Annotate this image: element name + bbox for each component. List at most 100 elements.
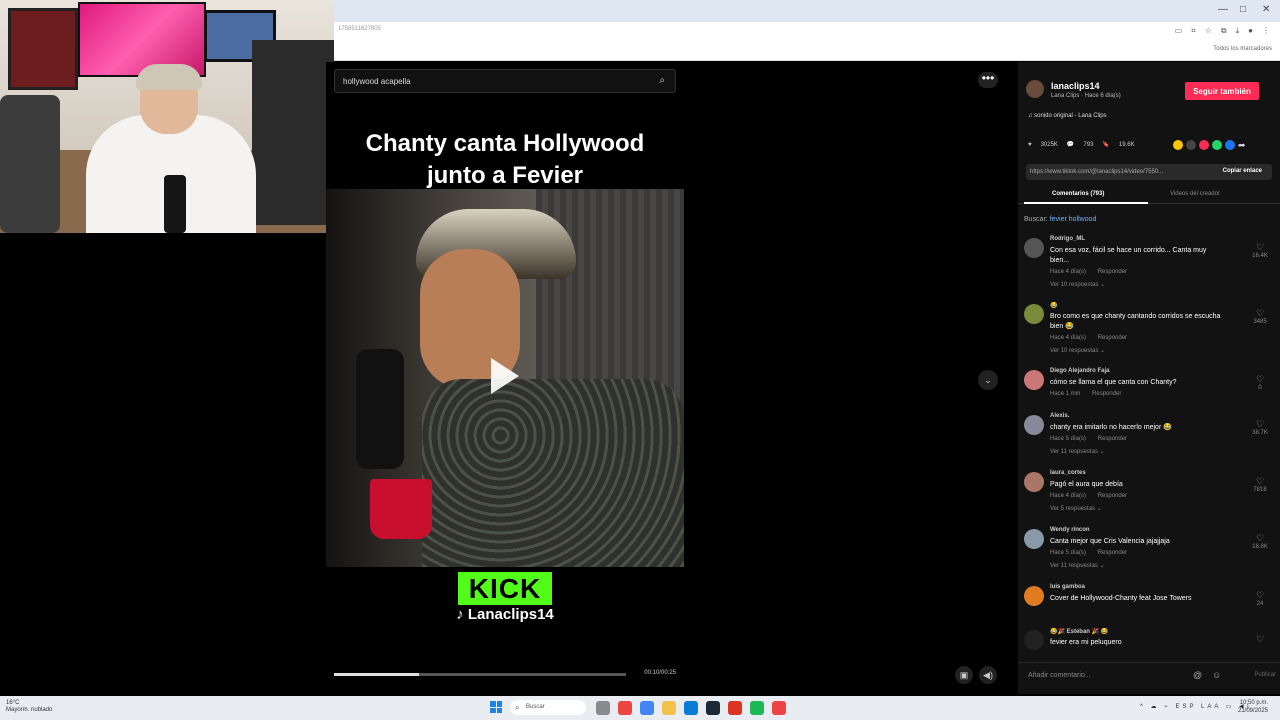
edge-icon[interactable] <box>684 701 698 715</box>
file-explorer-icon[interactable] <box>662 701 676 715</box>
avatar[interactable] <box>1024 586 1044 606</box>
avatar[interactable] <box>1024 238 1044 258</box>
taskbar-search[interactable]: ⌕ Buscar <box>510 700 586 715</box>
like-icon[interactable]: ♥ <box>1028 142 1032 148</box>
comment-username[interactable]: Wendy rincon <box>1050 527 1090 533</box>
reply-button[interactable]: Responder <box>1098 335 1127 341</box>
tray-icons[interactable]: ^ ☁ ⌁ ESP LAA ▭ ◀) <box>1140 703 1252 710</box>
heart-icon[interactable]: ♡ <box>1248 533 1272 544</box>
reply-button[interactable]: Responder <box>1098 493 1127 499</box>
close-window-button[interactable]: ✕ <box>1262 4 1270 15</box>
url-text[interactable]: 1758511627805 <box>338 26 381 32</box>
comment-icon[interactable]: 💬 <box>1067 141 1074 148</box>
heart-icon[interactable]: ♡ <box>1248 242 1272 253</box>
avatar[interactable] <box>1024 529 1044 549</box>
video-progress-bar[interactable] <box>334 673 626 676</box>
emoji-icon[interactable]: ☺ <box>1212 670 1221 680</box>
video-link[interactable]: https://www.tiktok.com/@lanaclips14/vide… <box>1030 169 1163 175</box>
avatar[interactable] <box>1024 630 1044 650</box>
search-query[interactable]: hollywood acapella <box>343 77 411 86</box>
search-suggestion[interactable]: Buscar: fevier hollwood <box>1024 216 1096 223</box>
app-icon[interactable] <box>772 701 786 715</box>
more-options-icon[interactable]: ••• <box>978 72 998 88</box>
comment-username[interactable]: 😂🎉 Esteban 🎉 😂 <box>1050 628 1108 635</box>
comment-username[interactable]: 😂 <box>1050 302 1057 309</box>
volume-icon[interactable]: ◀) <box>979 666 997 684</box>
steam-icon[interactable] <box>706 701 720 715</box>
search-suggestion-term[interactable]: fevier hollwood <box>1050 216 1097 223</box>
sound-link[interactable]: ♫ sonido original - Lana Clips <box>1028 113 1107 119</box>
send-icon[interactable] <box>1199 140 1209 150</box>
copy-link-button[interactable]: Copiar enlace <box>1223 168 1262 174</box>
heart-icon[interactable]: ♡ <box>1248 590 1272 601</box>
avatar[interactable] <box>1024 304 1044 324</box>
mention-icon[interactable]: @ <box>1193 670 1202 680</box>
play-icon[interactable] <box>491 358 519 394</box>
share-arrow-icon[interactable]: ➦ <box>1238 140 1248 150</box>
heart-icon[interactable]: ♡ <box>1248 476 1272 487</box>
bookmark-icon[interactable]: 🔖 <box>1102 141 1109 148</box>
comment-username[interactable]: Rodrigo_ML <box>1050 236 1085 242</box>
comment-username[interactable]: laura_cortes <box>1050 470 1086 476</box>
video-search-bar[interactable]: hollywood acapella ⌕ <box>334 69 676 93</box>
comment-like[interactable]: ♡ <box>1248 634 1272 645</box>
windows-start-icon[interactable] <box>490 701 502 713</box>
comment-like[interactable]: ♡ 38.7K <box>1248 419 1272 436</box>
chevron-down-icon[interactable]: ⌄ <box>978 370 998 390</box>
comment-like[interactable]: ♡ 3485 <box>1248 308 1272 325</box>
chrome-icon[interactable] <box>640 701 654 715</box>
comment-input-bar[interactable]: Añadir comentario... @ ☺ Publicar <box>1018 662 1280 688</box>
comment-like[interactable]: ♡ 16.4K <box>1248 242 1272 259</box>
heart-icon[interactable]: ♡ <box>1248 634 1272 645</box>
comment-like[interactable]: ♡ 0 <box>1248 374 1272 391</box>
avatar[interactable] <box>1024 370 1044 390</box>
view-replies-button[interactable]: Ver 11 respuestas ⌄ <box>1050 448 1105 455</box>
spotify-icon[interactable] <box>750 701 764 715</box>
creator-username[interactable]: lanaclips14 <box>1051 81 1100 91</box>
view-replies-button[interactable]: Ver 10 respuestas ⌄ <box>1050 347 1105 354</box>
weather-widget[interactable]: 16°C Mayorm. nublado <box>6 700 52 714</box>
avatar[interactable] <box>1024 415 1044 435</box>
extensions-icon[interactable]: ⧉ <box>1221 26 1227 36</box>
embed-icon[interactable] <box>1186 140 1196 150</box>
bookmark-star-icon[interactable]: ☆ <box>1205 26 1212 36</box>
heart-icon[interactable]: ♡ <box>1248 308 1272 319</box>
follow-button[interactable]: Seguir también <box>1185 82 1259 100</box>
menu-icon[interactable]: ⋮ <box>1262 26 1270 36</box>
all-bookmarks-link[interactable]: Todos los marcadores <box>1213 46 1272 52</box>
publish-button[interactable]: Publicar <box>1254 672 1276 678</box>
tab-comments[interactable]: Comentarios (793) <box>1052 191 1104 197</box>
comment-like[interactable]: ♡ 18.8K <box>1248 533 1272 550</box>
view-replies-button[interactable]: Ver 5 respuestas ⌄ <box>1050 505 1102 512</box>
comment-username[interactable]: Alexis. <box>1050 413 1069 419</box>
comment-like[interactable]: ♡ 7818 <box>1248 476 1272 493</box>
heart-icon[interactable]: ♡ <box>1248 374 1272 385</box>
facebook-icon[interactable] <box>1225 140 1235 150</box>
reply-button[interactable]: Responder <box>1098 436 1127 442</box>
cast-icon[interactable]: ▭ <box>1175 26 1183 36</box>
profile-icon[interactable]: ● <box>1248 26 1253 36</box>
minimize-button[interactable]: — <box>1218 4 1228 15</box>
floating-player-icon[interactable]: ▣ <box>955 666 973 684</box>
reply-button[interactable]: Responder <box>1098 269 1127 275</box>
comment-username[interactable]: Diego Alejandro Faja <box>1050 368 1109 374</box>
language-indicator[interactable]: ESP LAA <box>1175 704 1221 710</box>
whatsapp-icon[interactable] <box>1212 140 1222 150</box>
game-icon[interactable] <box>728 701 742 715</box>
downloads-icon[interactable]: ⤓ <box>1236 26 1240 36</box>
translate-icon[interactable]: ⌗ <box>1191 26 1196 36</box>
comment-like[interactable]: ♡ 24 <box>1248 590 1272 607</box>
reply-button[interactable]: Responder <box>1092 391 1121 397</box>
view-replies-button[interactable]: Ver 11 respuestas ⌄ <box>1050 562 1105 569</box>
avatar[interactable] <box>1026 80 1044 98</box>
reply-button[interactable]: Responder <box>1098 550 1127 556</box>
comment-username[interactable]: luis gamboa <box>1050 584 1085 590</box>
heart-icon[interactable]: ♡ <box>1248 419 1272 430</box>
view-replies-button[interactable]: Ver 10 respuestas ⌄ <box>1050 281 1105 288</box>
video-player[interactable]: hollywood acapella ⌕ Chanty canta Hollyw… <box>326 62 684 694</box>
task-view-icon[interactable] <box>596 701 610 715</box>
maximize-button[interactable]: □ <box>1240 4 1246 15</box>
taskbar-clock[interactable]: 10:50 p.m. 21/09/2025 <box>1238 699 1268 715</box>
avatar[interactable] <box>1024 472 1044 492</box>
search-icon[interactable]: ⌕ <box>659 75 665 86</box>
